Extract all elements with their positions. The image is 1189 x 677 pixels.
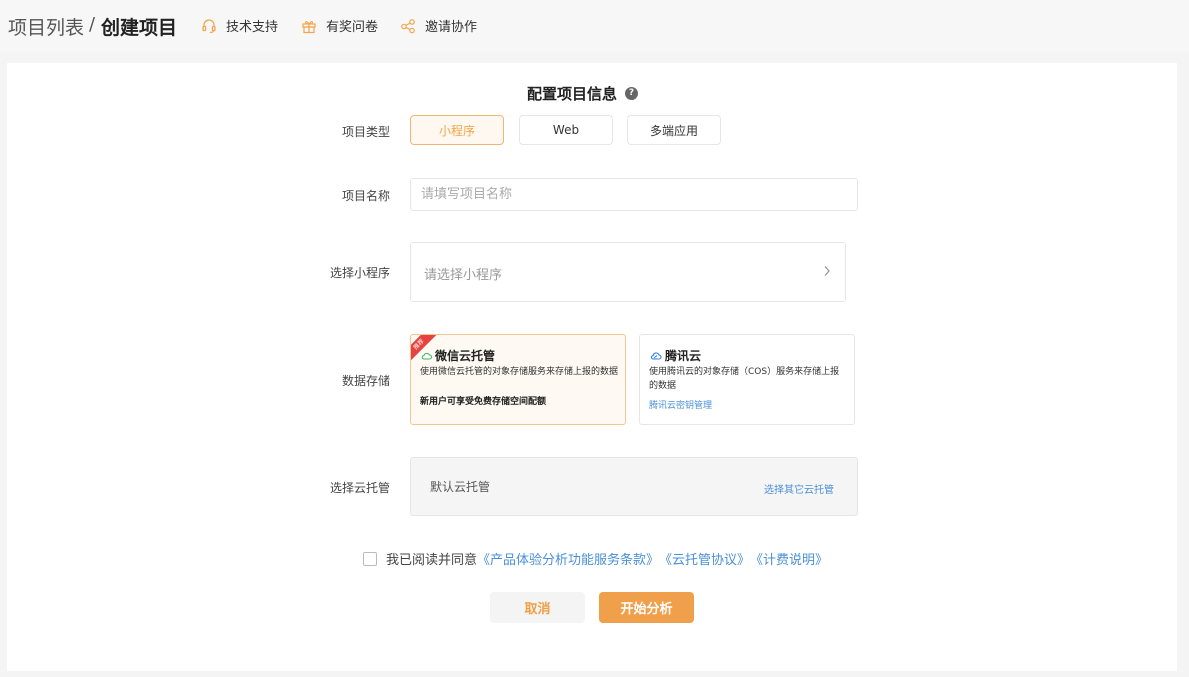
select-other-cloud-host-link[interactable]: 选择其它云托管 (764, 481, 834, 496)
storage-tencent-desc: 使用腾讯云的对象存储（COS）服务来存储上报的数据 (649, 367, 840, 391)
help-icon[interactable]: ? (625, 87, 639, 100)
share-icon (401, 18, 415, 33)
survey-link[interactable]: 有奖问卷 (301, 16, 378, 35)
billing-link[interactable]: 《计费说明》 (750, 549, 828, 568)
breadcrumb-project-list[interactable]: 项目列表 (8, 13, 84, 40)
cancel-button[interactable]: 取消 (490, 592, 585, 623)
select-miniprogram-placeholder: 请选择小程序 (424, 268, 503, 283)
terms-link[interactable]: 《产品体验分析功能服务条款》 (477, 549, 659, 568)
type-web-button[interactable]: Web (519, 115, 613, 145)
data-storage-label: 数据存储 (341, 374, 390, 388)
type-multi-button[interactable]: 多端应用 (627, 115, 721, 145)
start-analysis-button[interactable]: 开始分析 (599, 592, 694, 623)
tech-support-link[interactable]: 技术支持 (201, 16, 278, 35)
agreement-checkbox[interactable] (363, 551, 377, 566)
invite-label: 邀请协作 (425, 20, 478, 35)
tech-support-label: 技术支持 (226, 20, 279, 35)
select-cloud-host-label: 选择云托管 (329, 481, 390, 495)
select-miniprogram-label: 选择小程序 (329, 266, 390, 280)
storage-wechat-title-text: 微信云托管 (435, 349, 496, 363)
project-type-label: 项目类型 (341, 125, 390, 139)
agreement-text: 我已阅读并同意 (386, 553, 478, 568)
type-miniprogram-button[interactable]: 小程序 (410, 115, 504, 145)
storage-tencent-title-text: 腾讯云 (665, 349, 702, 363)
cloud-icon (421, 352, 432, 360)
chevron-right-icon (824, 266, 830, 276)
project-name-input[interactable] (410, 178, 858, 211)
tencent-cloud-icon (650, 352, 662, 360)
storage-option-wechat[interactable]: 推荐 微信云托管 使用微信云托管的对象存储服务来存储上报的数据 新用户可享受免费… (410, 334, 626, 425)
cloud-host-box: 默认云托管 选择其它云托管 (410, 457, 858, 516)
form-title: 配置项目信息 ? (527, 83, 639, 104)
project-name-label: 项目名称 (341, 189, 390, 203)
select-miniprogram-dropdown[interactable]: 请选择小程序 (410, 242, 846, 302)
top-header: 项目列表 / 创建项目 技术支持 有奖问卷 邀请协作 (0, 0, 1189, 52)
page-title: 创建项目 (101, 17, 178, 39)
headset-icon (202, 18, 216, 33)
storage-wechat-title: 微信云托管 (421, 347, 495, 364)
storage-wechat-desc: 使用微信云托管的对象存储服务来存储上报的数据 (420, 367, 619, 377)
form-title-text: 配置项目信息 (527, 85, 618, 103)
invite-link[interactable]: 邀请协作 (400, 16, 477, 35)
breadcrumb-separator: / (89, 14, 96, 35)
tencent-key-management-link[interactable]: 腾讯云密钥管理 (649, 398, 712, 411)
cloud-host-agreement-link[interactable]: 《云托管协议》 (659, 549, 750, 568)
agreement-row: 我已阅读并同意 《产品体验分析功能服务条款》 《云托管协议》 《计费说明》 (363, 549, 828, 568)
storage-tencent-title: 腾讯云 (650, 347, 701, 364)
default-cloud-host: 默认云托管 (430, 480, 491, 494)
survey-label: 有奖问卷 (326, 20, 379, 35)
storage-option-tencent[interactable]: 腾讯云 使用腾讯云的对象存储（COS）服务来存储上报的数据 腾讯云密钥管理 (639, 334, 855, 425)
storage-wechat-note: 新用户可享受免费存储空间配额 (420, 397, 547, 407)
gift-icon (302, 20, 316, 33)
